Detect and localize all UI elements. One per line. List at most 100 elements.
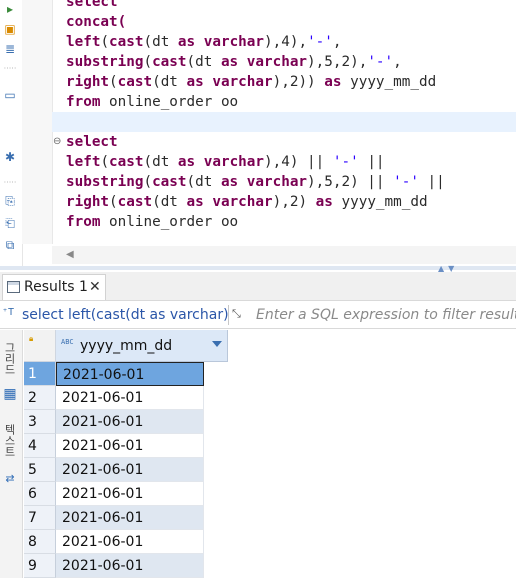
expand-filter-icon[interactable]: ⤡ bbox=[232, 307, 246, 321]
table-row[interactable]: 4 2021-06-01 bbox=[24, 434, 204, 458]
table-row[interactable]: 3 2021-06-01 bbox=[24, 410, 204, 434]
lock-icon: 🔒︎ bbox=[29, 334, 34, 343]
sort-arrow-icon[interactable] bbox=[212, 341, 222, 347]
filter-input[interactable]: Enter a SQL expression to filter results bbox=[256, 302, 516, 328]
cell-yyyy-mm-dd[interactable]: 2021-06-01 bbox=[56, 506, 204, 530]
grid-label: 그리드 bbox=[3, 342, 16, 375]
code-line[interactable]: select bbox=[66, 132, 118, 152]
variables-icon[interactable]: ⧉ bbox=[3, 238, 17, 252]
cell-yyyy-mm-dd[interactable]: 2021-06-01 bbox=[56, 386, 204, 410]
sql-text: ),4), bbox=[264, 34, 308, 50]
sql-keyword: cast bbox=[109, 34, 144, 50]
sql-text: ),2)) bbox=[272, 74, 325, 90]
sql-text: online_order oo bbox=[100, 94, 239, 110]
sql-keyword: as bbox=[315, 194, 333, 210]
explain-icon[interactable]: ≣ bbox=[3, 42, 17, 56]
sql-text: ),2) bbox=[272, 194, 316, 210]
panel-divider[interactable]: ▲▼ bbox=[0, 264, 516, 273]
sql-keyword: cast bbox=[152, 174, 187, 190]
table-row[interactable]: 5 2021-06-01 bbox=[24, 458, 204, 482]
table-row[interactable]: 1 2021-06-01 bbox=[24, 362, 204, 386]
row-number[interactable]: 3 bbox=[24, 410, 56, 434]
grid-view-tab[interactable]: 그리드 bbox=[3, 342, 17, 375]
row-number[interactable]: 4 bbox=[24, 434, 56, 458]
row-number[interactable]: 2 bbox=[24, 386, 56, 410]
table-row[interactable]: 7 2021-06-01 bbox=[24, 506, 204, 530]
column-header-yyyy-mm-dd[interactable]: ABC yyyy_mm_dd bbox=[56, 330, 228, 362]
code-line[interactable]: left(cast(dt as varchar),4) || '-' || bbox=[66, 152, 385, 172]
cell-yyyy-mm-dd[interactable]: 2021-06-01 bbox=[56, 434, 204, 458]
terminal-icon[interactable]: ▭ bbox=[3, 88, 17, 102]
separator-dots-icon: ····· bbox=[3, 64, 17, 73]
sql-keyword: from bbox=[66, 214, 101, 230]
sql-string: '-' bbox=[393, 174, 419, 190]
text-view-tab[interactable]: 텍스트 bbox=[3, 424, 17, 457]
table-row[interactable]: 8 2021-06-01 bbox=[24, 530, 204, 554]
table-icon bbox=[7, 281, 20, 293]
table-row[interactable]: 2 2021-06-01 bbox=[24, 386, 204, 410]
sql-text: (dt bbox=[152, 194, 187, 210]
sql-keyword: varchar bbox=[212, 194, 273, 210]
grid-icon[interactable]: ▦ bbox=[3, 387, 17, 401]
table-row[interactable]: 6 2021-06-01 bbox=[24, 482, 204, 506]
sql-keyword: right bbox=[66, 74, 110, 90]
row-number[interactable]: 7 bbox=[24, 506, 56, 530]
run-icon[interactable]: ▸ bbox=[3, 2, 17, 16]
cell-yyyy-mm-dd[interactable]: 2021-06-01 bbox=[56, 458, 204, 482]
current-line-highlight bbox=[52, 112, 516, 132]
table-row[interactable]: 9 2021-06-01 bbox=[24, 554, 204, 578]
code-line[interactable]: concat( bbox=[66, 12, 126, 32]
sql-keyword: substring bbox=[66, 174, 144, 190]
sql-keyword: left bbox=[66, 34, 101, 50]
cell-yyyy-mm-dd[interactable]: 2021-06-01 bbox=[56, 482, 204, 506]
results-side-toolbar: 그리드 ▦ 텍스트 ⇄ bbox=[0, 330, 23, 578]
cell-yyyy-mm-dd[interactable]: 2021-06-01 bbox=[56, 530, 204, 554]
row-number[interactable]: 5 bbox=[24, 458, 56, 482]
sql-text: ( bbox=[109, 194, 118, 210]
export-icon[interactable]: ⎘ bbox=[3, 194, 17, 208]
code-line[interactable]: select bbox=[66, 0, 118, 12]
sql-text: ( bbox=[143, 54, 153, 70]
filter-bar: ⁺T select left(cast(dt as varchar),4 ⤡ E… bbox=[0, 302, 516, 329]
script-icon[interactable]: ▣ bbox=[3, 22, 17, 36]
row-number[interactable]: 9 bbox=[24, 554, 56, 578]
query-preview[interactable]: select left(cast(dt as varchar),4 bbox=[22, 302, 228, 328]
text-view-icon[interactable]: ⇄ bbox=[3, 472, 17, 485]
scroll-left-icon[interactable]: ◀ bbox=[66, 249, 74, 260]
sql-keyword: as bbox=[220, 54, 239, 70]
grid-corner[interactable]: 🔒︎ bbox=[24, 330, 56, 362]
editor-horizontal-scrollbar[interactable]: ◀ bbox=[52, 246, 516, 264]
sql-keyword: cast bbox=[109, 154, 144, 170]
cell-yyyy-mm-dd[interactable]: 2021-06-01 bbox=[56, 362, 204, 386]
code-line[interactable]: from online_order oo bbox=[66, 212, 238, 232]
sql-text: (dt bbox=[143, 34, 178, 50]
row-number[interactable]: 1 bbox=[24, 362, 56, 386]
cell-yyyy-mm-dd[interactable]: 2021-06-01 bbox=[56, 410, 204, 434]
code-line[interactable]: right(cast(dt as varchar),2)) as yyyy_mm… bbox=[66, 72, 436, 92]
code-line[interactable]: substring(cast(dt as varchar),5,2),'-', bbox=[66, 52, 402, 72]
fold-marker-icon[interactable]: ⊖ bbox=[53, 136, 61, 147]
row-number[interactable]: 8 bbox=[24, 530, 56, 554]
code-line[interactable]: left(cast(dt as varchar),4),'-', bbox=[66, 32, 342, 52]
sql-editor[interactable]: ▸ ▣ ≣ ····· ▭ ✱ ····· ⎘ ⎗ ⧉ ⊖ select conc… bbox=[0, 0, 516, 268]
close-icon[interactable]: ✕ bbox=[89, 275, 101, 299]
tab-results-1[interactable]: Results 1 ✕ bbox=[2, 274, 106, 300]
sql-text: ( bbox=[109, 74, 118, 90]
code-line[interactable]: from online_order oo bbox=[66, 92, 238, 112]
sql-text: , bbox=[332, 34, 342, 50]
import-icon[interactable]: ⎗ bbox=[3, 216, 17, 230]
results-grid[interactable]: 🔒︎ ABC yyyy_mm_dd 1 2021-06-01 2 2021-06-01… bbox=[24, 330, 516, 578]
row-number[interactable]: 6 bbox=[24, 482, 56, 506]
code-line[interactable]: substring(cast(dt as varchar),5,2) || '-… bbox=[66, 172, 445, 192]
settings-icon[interactable]: ✱ bbox=[3, 150, 17, 164]
sql-text: (dt bbox=[152, 74, 187, 90]
sql-keyword: varchar bbox=[212, 74, 273, 90]
sql-string: '-' bbox=[307, 34, 333, 50]
sql-keyword: as bbox=[186, 74, 204, 90]
code-line[interactable]: right(cast(dt as varchar),2) as yyyy_mm_… bbox=[66, 192, 428, 212]
sql-text: ),5,2), bbox=[307, 54, 368, 70]
sql-text: || bbox=[418, 174, 445, 190]
cell-yyyy-mm-dd[interactable]: 2021-06-01 bbox=[56, 554, 204, 578]
